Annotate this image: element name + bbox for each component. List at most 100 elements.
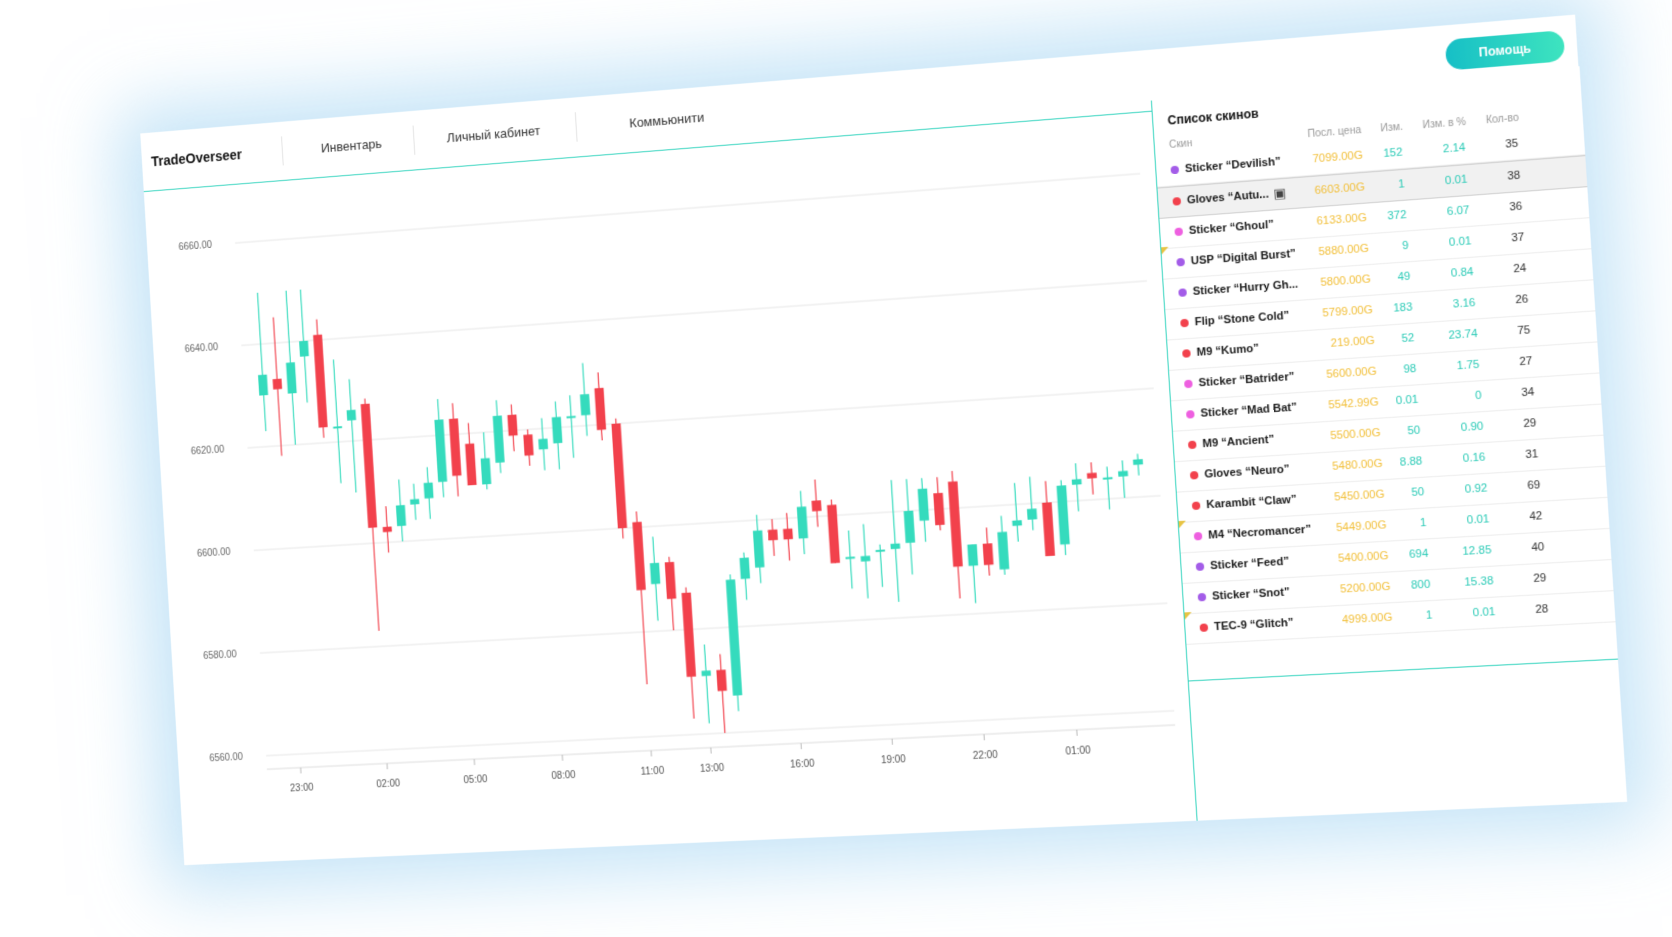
skin-change-pct: 0.92 <box>1426 482 1488 498</box>
skin-last-price: 6133.00G <box>1299 212 1367 229</box>
candle-body[interactable] <box>739 557 750 579</box>
candle-body[interactable] <box>611 423 627 528</box>
candle-body[interactable] <box>904 511 915 543</box>
skin-name: Sticker “Hurry Gh... <box>1192 278 1298 298</box>
skin-change: 694 <box>1388 548 1429 563</box>
candle-body[interactable] <box>1087 473 1097 479</box>
candle-body[interactable] <box>286 362 297 393</box>
candle-body[interactable] <box>538 439 548 450</box>
candle-body[interactable] <box>783 528 793 539</box>
skin-last-price: 5449.00G <box>1318 519 1386 535</box>
candle-body[interactable] <box>948 481 963 567</box>
skin-change-pct: 0.16 <box>1424 451 1486 467</box>
rarity-dot-icon <box>1194 532 1203 541</box>
gridline <box>247 388 1153 448</box>
candle-body[interactable] <box>552 417 563 444</box>
skin-quantity: 28 <box>1497 603 1549 618</box>
candle-body[interactable] <box>523 434 533 455</box>
skin-change: 98 <box>1376 363 1417 378</box>
candle-body[interactable] <box>465 443 477 485</box>
candle-body[interactable] <box>449 418 462 476</box>
candle-wick <box>720 654 725 733</box>
candle-body[interactable] <box>1133 459 1143 465</box>
skin-change: 50 <box>1380 424 1421 439</box>
candle-body[interactable] <box>827 505 840 564</box>
lock-icon[interactable]: ▣ <box>1273 185 1287 202</box>
candle-body[interactable] <box>481 458 492 485</box>
candle-body[interactable] <box>383 527 392 533</box>
candle-body[interactable] <box>983 543 994 565</box>
candle-body[interactable] <box>1027 509 1037 520</box>
candle-body[interactable] <box>1072 479 1082 485</box>
app-window: TradeOverseer Инвентарь Личный кабинет К… <box>140 15 1626 866</box>
skin-name: M9 “Ancient” <box>1202 434 1275 451</box>
brand-logo[interactable]: TradeOverseer <box>149 122 282 190</box>
candle-body[interactable] <box>1042 502 1055 556</box>
candle-body[interactable] <box>701 670 711 676</box>
candle-body[interactable] <box>876 550 886 553</box>
candle-body[interactable] <box>845 557 855 560</box>
candle-body[interactable] <box>650 563 661 584</box>
candle-body[interactable] <box>1057 485 1070 544</box>
skin-change-pct: 12.85 <box>1430 544 1492 560</box>
rarity-dot-icon <box>1188 441 1197 450</box>
candle-body[interactable] <box>997 532 1009 570</box>
candle-body[interactable] <box>632 522 645 591</box>
candle-body[interactable] <box>594 388 606 430</box>
candle-body[interactable] <box>768 529 778 540</box>
candle-body[interactable] <box>313 334 328 427</box>
candle-body[interactable] <box>726 579 742 695</box>
skin-last-price: 5200.00G <box>1322 581 1391 597</box>
candle-body[interactable] <box>493 416 505 463</box>
candle-body[interactable] <box>890 543 900 549</box>
y-tick-label: 6620.00 <box>191 444 226 457</box>
candle-body[interactable] <box>797 506 808 538</box>
candle-body[interactable] <box>1118 471 1128 477</box>
candle-body[interactable] <box>347 410 357 421</box>
candle-body[interactable] <box>580 394 590 415</box>
skin-quantity: 75 <box>1479 324 1531 340</box>
candle-body[interactable] <box>1103 477 1113 480</box>
candle-body[interactable] <box>299 341 309 357</box>
skin-change-pct: 0.01 <box>1410 235 1472 252</box>
candle-body[interactable] <box>424 482 434 498</box>
column-header-change[interactable]: Изм. <box>1361 122 1404 137</box>
candle-body[interactable] <box>507 415 517 436</box>
x-tick-label: 23:00 <box>290 782 315 794</box>
candle-body[interactable] <box>566 416 575 419</box>
help-button[interactable]: Помощь <box>1445 30 1565 71</box>
skin-quantity: 27 <box>1481 355 1533 371</box>
candle-body[interactable] <box>410 499 419 505</box>
column-header-qty[interactable]: Кол-во <box>1466 113 1520 128</box>
candle-body[interactable] <box>273 379 282 390</box>
candle-body[interactable] <box>682 592 696 676</box>
candle-body[interactable] <box>933 493 944 525</box>
panel-divider <box>1189 659 1618 682</box>
candle-body[interactable] <box>716 670 727 692</box>
skin-change: 183 <box>1372 301 1413 316</box>
skin-change-pct: 2.14 <box>1404 141 1466 158</box>
skin-change: 1 <box>1364 178 1404 193</box>
candle-body[interactable] <box>812 500 822 511</box>
x-tick-label: 02:00 <box>376 778 401 790</box>
candle-body[interactable] <box>333 426 342 429</box>
candle-body[interactable] <box>861 556 871 562</box>
skin-quantity: 29 <box>1495 572 1547 587</box>
x-tick-label: 11:00 <box>640 766 665 778</box>
column-header-skin[interactable]: Скин <box>1169 138 1193 151</box>
candle-body[interactable] <box>665 562 677 599</box>
candle-body[interactable] <box>753 530 765 567</box>
candle-body[interactable] <box>1012 520 1022 526</box>
skin-last-price: 5542.99G <box>1311 396 1379 413</box>
nav-inventory[interactable]: Инвентарь <box>289 111 415 179</box>
candle-body[interactable] <box>434 419 447 482</box>
column-header-change-pct[interactable]: Изм. в % <box>1403 117 1467 133</box>
column-header-price[interactable]: Посл. цена <box>1296 125 1361 141</box>
candle-body[interactable] <box>918 488 929 520</box>
candle-body[interactable] <box>258 374 268 395</box>
candle-body[interactable] <box>967 544 978 566</box>
x-tick-label: 22:00 <box>972 750 998 763</box>
skin-name: Sticker “Ghoul” <box>1189 219 1275 237</box>
candle-body[interactable] <box>396 505 406 526</box>
candle-body[interactable] <box>361 404 377 528</box>
